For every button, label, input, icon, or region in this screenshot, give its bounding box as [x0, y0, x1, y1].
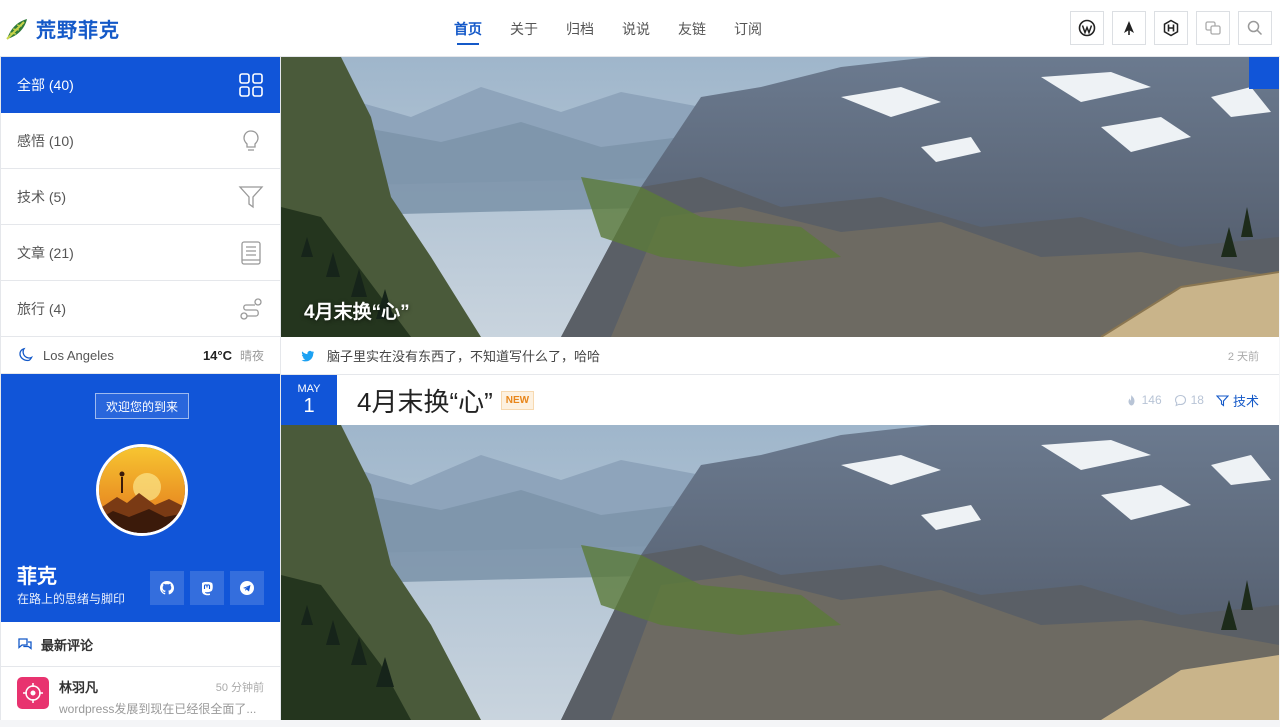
profile-name: 菲克 — [17, 566, 57, 588]
category-label: 全部 (40) — [17, 76, 74, 93]
comment-bubble-icon — [1174, 394, 1186, 406]
moment-text: 脑子里实在没有东西了，不知道写什么了，哈哈 — [327, 349, 601, 364]
twitter-bird-icon — [301, 350, 314, 361]
category-articles[interactable]: 文章 (21) — [1, 225, 280, 281]
mastodon-icon — [202, 581, 213, 596]
github-icon — [160, 581, 174, 595]
commenter-avatar — [17, 677, 49, 709]
profile-description: 在路上的思绪与脚印 — [17, 592, 126, 606]
post-comments[interactable]: 18 — [1174, 393, 1204, 407]
corner-ribbon — [1249, 57, 1279, 89]
leaf-logo-icon — [6, 18, 27, 40]
post-date: MAY 1 — [281, 375, 337, 425]
profile-card: 欢迎您的到来 菲克 在路上的思绪与脚印 — [1, 374, 280, 622]
category-travel[interactable]: 旅行 (4) — [1, 281, 280, 337]
moment-time: 2 天前 — [1227, 350, 1259, 363]
book-icon — [241, 240, 261, 265]
latest-moment-bar[interactable]: 脑子里实在没有东西了，不知道写什么了，哈哈 2 天前 — [281, 337, 1279, 375]
telegram-icon — [240, 581, 254, 595]
wordpress-icon — [1078, 19, 1096, 37]
comments-count: 18 — [1190, 393, 1204, 407]
comments-icon — [18, 638, 32, 650]
post-day: 1 — [303, 395, 315, 417]
main-content: 4月末换“心” 脑子里实在没有东西了，不知道写什么了，哈哈 2 天前 MAY 1… — [281, 57, 1279, 720]
category-label: 感悟 (10) — [17, 132, 74, 149]
site-logo[interactable]: 荒野菲克 — [4, 14, 120, 43]
post-category: 技术 — [1232, 393, 1259, 409]
comment-item[interactable]: 林羽凡 50 分钟前 wordpress发展到现在已经很全面了... — [1, 667, 280, 727]
commenter-name: 林羽凡 — [59, 680, 99, 695]
feather-icon — [1124, 21, 1134, 35]
featured-post-banner[interactable]: 4月末换“心” — [281, 57, 1279, 337]
header-actions — [1070, 11, 1272, 45]
pattern-avatar-icon — [23, 683, 43, 703]
search-button[interactable] — [1238, 11, 1272, 45]
site-name: 荒野菲克 — [36, 20, 120, 42]
latest-comments-title: 最新评论 — [41, 637, 94, 653]
category-label: 文章 (21) — [17, 244, 74, 261]
nav-about[interactable]: 关于 — [496, 0, 552, 57]
post-month: MAY — [297, 383, 321, 395]
comment-text: wordpress发展到现在已经很全面了... — [59, 702, 257, 716]
post-cover-image[interactable] — [281, 425, 1279, 720]
weather-widget: Los Angeles 14°C 晴夜 — [1, 337, 280, 374]
comment-time: 50 分钟前 — [215, 681, 264, 694]
route-icon — [240, 297, 262, 320]
nav-moments[interactable]: 说说 — [608, 0, 664, 57]
nav-links[interactable]: 友链 — [664, 0, 720, 57]
wordpress-button[interactable] — [1070, 11, 1104, 45]
post-category-link[interactable]: 技术 — [1215, 391, 1259, 410]
views-count: 146 — [1141, 393, 1162, 407]
mastodon-link[interactable] — [190, 571, 224, 605]
feather-button[interactable] — [1112, 11, 1146, 45]
mountain-landscape-image — [281, 57, 1279, 337]
mountain-landscape-image — [281, 425, 1279, 720]
github-link[interactable] — [150, 571, 184, 605]
comment-body: 林羽凡 50 分钟前 wordpress发展到现在已经很全面了... — [59, 677, 264, 717]
telegram-link[interactable] — [230, 571, 264, 605]
featured-post-title: 4月末换“心” — [304, 302, 410, 323]
translate-button[interactable] — [1196, 11, 1230, 45]
nav-subscribe[interactable]: 订阅 — [720, 0, 776, 57]
translate-icon — [1205, 21, 1221, 35]
weather-temp: 14°C — [202, 347, 232, 363]
category-label: 技术 (5) — [17, 188, 67, 205]
fire-icon — [1128, 394, 1135, 405]
post-meta: 146 18 技术 — [1125, 375, 1259, 425]
weather-condition: 晴夜 — [239, 348, 264, 363]
category-tech[interactable]: 技术 (5) — [1, 169, 280, 225]
category-insights[interactable]: 感悟 (10) — [1, 113, 280, 169]
filter-icon — [238, 185, 264, 208]
post-views: 146 — [1125, 393, 1162, 407]
moon-icon — [19, 347, 33, 362]
top-header: 荒野菲克 首页 关于 归档 说说 友链 订阅 — [0, 0, 1280, 57]
post-header: MAY 1 4月末换“心” NEW 146 18 技术 — [281, 375, 1279, 425]
social-links — [150, 571, 264, 605]
latest-comments-header: 最新评论 — [1, 622, 280, 667]
hexo-button[interactable] — [1154, 11, 1188, 45]
category-label: 旅行 (4) — [17, 300, 67, 317]
category-all[interactable]: 全部 (40) — [1, 57, 280, 113]
sidebar: 全部 (40) 感悟 (10) 技术 (5) 文章 (21) 旅行 (4) Lo… — [0, 57, 281, 720]
grid-icon — [239, 72, 263, 97]
lightbulb-icon — [243, 129, 259, 151]
welcome-badge: 欢迎您的到来 — [95, 393, 189, 419]
weather-city: Los Angeles — [43, 347, 114, 363]
new-badge: NEW — [500, 390, 535, 410]
hexo-icon — [1163, 19, 1179, 37]
search-icon — [1247, 20, 1263, 36]
avatar[interactable] — [96, 444, 188, 536]
sunset-avatar-image — [99, 447, 185, 533]
nav-home[interactable]: 首页 — [440, 0, 496, 57]
filter-icon — [1215, 394, 1229, 407]
post-title[interactable]: 4月末换“心” — [357, 382, 493, 419]
nav-archive[interactable]: 归档 — [552, 0, 608, 57]
main-nav: 首页 关于 归档 说说 友链 订阅 — [440, 0, 776, 57]
